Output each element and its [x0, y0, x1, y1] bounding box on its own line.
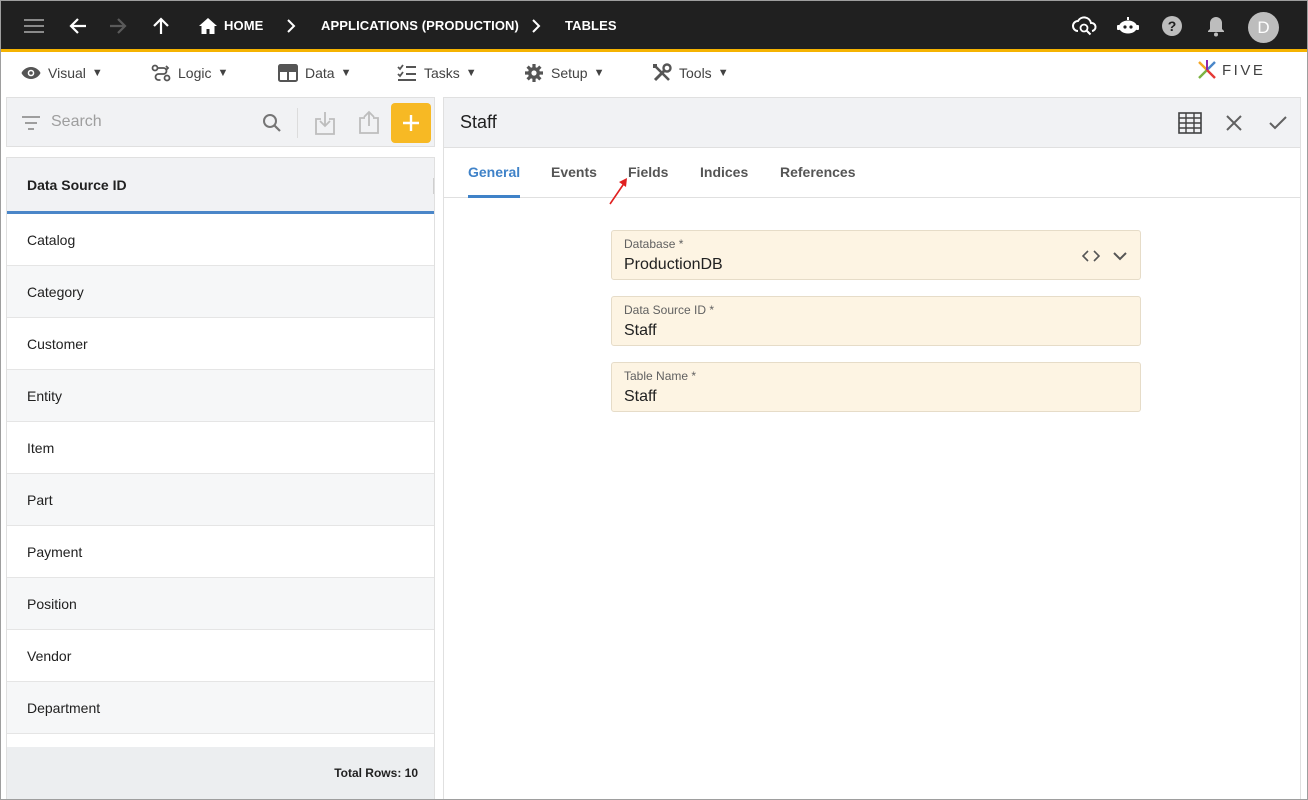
five-logo-mark-icon	[1198, 60, 1216, 79]
column-header-label: Data Source ID	[27, 177, 127, 193]
form-header: Staff	[444, 98, 1300, 148]
list-item[interactable]: Position	[7, 578, 434, 630]
list-footer: Total Rows: 10	[7, 747, 434, 799]
notification-bell-icon[interactable]	[1199, 9, 1233, 43]
total-rows-count: Total Rows: 10	[334, 766, 418, 780]
column-separator	[433, 178, 434, 194]
gear-icon	[525, 64, 543, 82]
list-item[interactable]: Vendor	[7, 630, 434, 682]
filter-icon[interactable]	[21, 113, 41, 133]
flow-icon	[151, 64, 171, 82]
table-icon	[278, 64, 298, 82]
main-menu-bar: Visual ▼ Logic ▼ Data ▼ Tasks ▼ Setup ▼ …	[0, 55, 1308, 91]
caret-down-icon: ▼	[91, 67, 103, 79]
caret-down-icon: ▼	[340, 67, 352, 79]
record-list: Data Source ID Catalog Category Customer…	[6, 157, 435, 800]
table-name-label: Table Name *	[624, 369, 697, 383]
menu-setup-label: Setup	[551, 65, 588, 81]
tools-icon	[653, 63, 672, 82]
menu-visual[interactable]: Visual ▼	[21, 61, 103, 85]
plus-icon	[403, 115, 419, 131]
five-logo-text: FIVE	[1222, 61, 1266, 79]
menu-data[interactable]: Data ▼	[278, 61, 351, 85]
code-brackets-icon[interactable]	[1080, 247, 1102, 265]
menu-setup[interactable]: Setup ▼	[524, 61, 604, 85]
data-source-id-value: Staff	[624, 322, 657, 339]
table-name-value: Staff	[624, 388, 657, 405]
tab-general[interactable]: General	[468, 164, 520, 180]
caret-down-icon: ▼	[465, 67, 477, 79]
record-list-panel: Search Data Source ID Catalog Category C…	[6, 97, 435, 800]
record-form-panel: Staff General Events Fields Indices Refe…	[443, 97, 1301, 800]
list-item[interactable]: Customer	[7, 318, 434, 370]
svg-text:?: ?	[1168, 18, 1177, 34]
data-source-id-label: Data Source ID *	[624, 303, 715, 317]
home-icon[interactable]	[191, 9, 225, 43]
data-source-id-field[interactable]: Data Source ID * Staff	[611, 296, 1141, 346]
list-item[interactable]: Category	[7, 266, 434, 318]
list-item[interactable]: Catalog	[7, 214, 434, 266]
list-item[interactable]: Part	[7, 474, 434, 526]
list-column-header[interactable]: Data Source ID	[7, 158, 434, 214]
help-icon[interactable]: ?	[1155, 9, 1189, 43]
tab-events[interactable]: Events	[551, 164, 597, 180]
breadcrumb-tables[interactable]: TABLES	[565, 18, 617, 33]
chevron-right-icon	[274, 9, 308, 43]
database-field[interactable]: Database * ProductionDB	[611, 230, 1141, 280]
menu-visual-label: Visual	[48, 65, 86, 81]
caret-down-icon: ▼	[717, 67, 729, 79]
menu-logic-label: Logic	[178, 65, 212, 81]
five-logo: FIVE	[1196, 58, 1265, 82]
up-arrow-icon[interactable]	[144, 9, 178, 43]
tab-indices[interactable]: Indices	[700, 164, 748, 180]
menu-tools[interactable]: Tools ▼	[652, 61, 729, 85]
chevron-right-icon	[519, 9, 553, 43]
caret-down-icon: ▼	[593, 67, 605, 79]
breadcrumb-home[interactable]: HOME	[224, 18, 263, 33]
breadcrumb-applications[interactable]: APPLICATIONS (PRODUCTION)	[321, 18, 519, 33]
close-icon[interactable]	[1220, 109, 1248, 137]
search-toolbar: Search	[6, 97, 435, 147]
form-title: Staff	[460, 112, 497, 132]
menu-tasks[interactable]: Tasks ▼	[397, 61, 477, 85]
back-arrow-icon[interactable]	[61, 9, 95, 43]
search-icon[interactable]	[260, 111, 284, 135]
table-name-field[interactable]: Table Name * Staff	[611, 362, 1141, 412]
forward-arrow-icon[interactable]	[101, 9, 135, 43]
list-item[interactable]: Payment	[7, 526, 434, 578]
eye-icon	[21, 67, 41, 79]
menu-data-label: Data	[305, 65, 335, 81]
import-icon[interactable]	[312, 110, 338, 136]
annotation-arrow-icon	[609, 178, 627, 205]
database-field-label: Database *	[624, 237, 684, 251]
hamburger-menu-icon[interactable]	[17, 9, 51, 43]
tab-references[interactable]: References	[780, 164, 856, 180]
list-rows: Catalog Category Customer Entity Item Pa…	[7, 214, 434, 734]
caret-down-icon: ▼	[217, 67, 229, 79]
menu-tools-label: Tools	[679, 65, 712, 81]
search-input[interactable]: Search	[51, 113, 102, 131]
chevron-down-icon[interactable]	[1110, 247, 1130, 265]
grid-view-icon[interactable]	[1176, 109, 1204, 137]
user-avatar[interactable]: D	[1248, 12, 1279, 43]
list-item[interactable]: Department	[7, 682, 434, 734]
cloud-search-icon[interactable]	[1067, 9, 1101, 43]
database-field-value: ProductionDB	[624, 256, 723, 273]
menu-tasks-label: Tasks	[424, 65, 460, 81]
form-tabs: General Events Fields Indices References	[444, 148, 1300, 198]
add-record-button[interactable]	[391, 103, 431, 143]
active-tab-indicator	[468, 195, 520, 198]
confirm-check-icon[interactable]	[1264, 109, 1292, 137]
list-item[interactable]: Item	[7, 422, 434, 474]
top-app-bar: HOME APPLICATIONS (PRODUCTION) TABLES ? …	[0, 0, 1308, 52]
toolbar-divider	[297, 108, 298, 138]
checklist-icon	[397, 64, 416, 81]
export-icon[interactable]	[356, 109, 382, 135]
menu-logic[interactable]: Logic ▼	[151, 61, 228, 85]
tab-fields[interactable]: Fields	[628, 164, 668, 180]
chatbot-icon[interactable]	[1111, 9, 1145, 43]
list-item[interactable]: Entity	[7, 370, 434, 422]
